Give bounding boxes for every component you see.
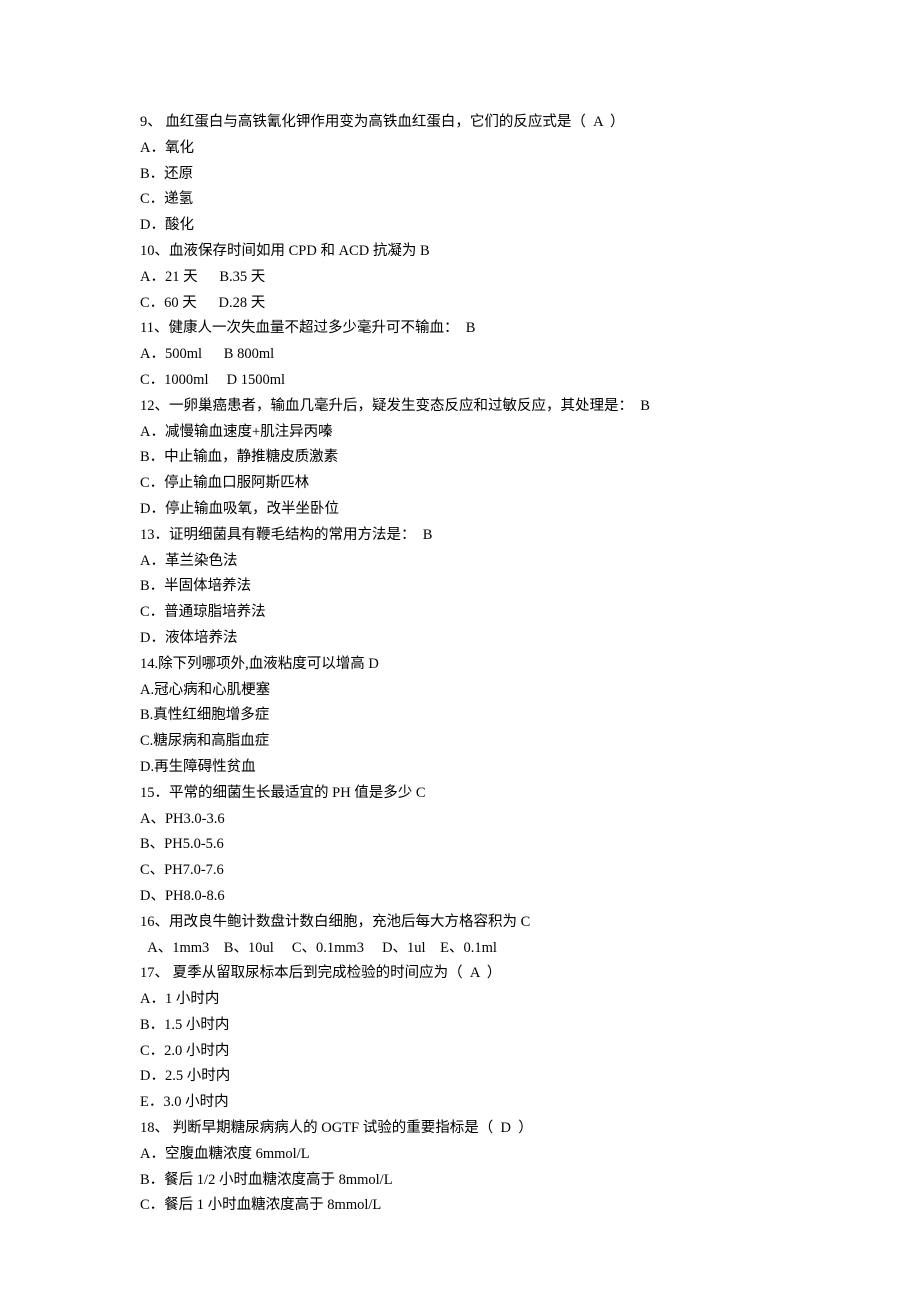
text-line: B．餐后 1/2 小时血糖浓度高于 8mmol/L — [140, 1168, 780, 1194]
text-line: 9、 血红蛋白与高铁氰化钾作用变为高铁血红蛋白，它们的反应式是（ A ） — [140, 110, 780, 136]
text-line: A、PH3.0-3.6 — [140, 807, 780, 833]
text-line: C．普通琼脂培养法 — [140, 600, 780, 626]
text-line: C．停止输血口服阿斯匹林 — [140, 471, 780, 497]
text-line: D．液体培养法 — [140, 626, 780, 652]
text-line: D．2.5 小时内 — [140, 1064, 780, 1090]
text-line: A.冠心病和心肌梗塞 — [140, 678, 780, 704]
text-line: A．空腹血糖浓度 6mmol/L — [140, 1142, 780, 1168]
text-line: 15．平常的细菌生长最适宜的 PH 值是多少 C — [140, 781, 780, 807]
text-line: D.再生障碍性贫血 — [140, 755, 780, 781]
text-line: B．半固体培养法 — [140, 574, 780, 600]
text-line: 10、血液保存时间如用 CPD 和 ACD 抗凝为 B — [140, 239, 780, 265]
text-line: A．减慢输血速度+肌注异丙嗪 — [140, 420, 780, 446]
text-line: A、1mm3 B、10ul C、0.1mm3 D、1ul E、0.1ml — [140, 936, 780, 962]
text-line: B、PH5.0-5.6 — [140, 832, 780, 858]
text-line: A．500ml B 800ml — [140, 342, 780, 368]
text-line: A．1 小时内 — [140, 987, 780, 1013]
text-line: C．60 天 D.28 天 — [140, 291, 780, 317]
text-line: 12、一卵巢癌患者，输血几毫升后，疑发生变态反应和过敏反应，其处理是： B — [140, 394, 780, 420]
text-line: 11、健康人一次失血量不超过多少毫升可不输血： B — [140, 316, 780, 342]
text-line: B．还原 — [140, 162, 780, 188]
text-line: D．酸化 — [140, 213, 780, 239]
text-line: 14.除下列哪项外,血液粘度可以增高 D — [140, 652, 780, 678]
text-line: C．递氢 — [140, 187, 780, 213]
text-line: C．2.0 小时内 — [140, 1039, 780, 1065]
text-line: C、PH7.0-7.6 — [140, 858, 780, 884]
text-line: D、PH8.0-8.6 — [140, 884, 780, 910]
text-line: 18、 判断早期糖尿病病人的 OGTF 试验的重要指标是（ D ） — [140, 1116, 780, 1142]
text-line: C．1000ml D 1500ml — [140, 368, 780, 394]
text-line: D．停止输血吸氧，改半坐卧位 — [140, 497, 780, 523]
text-line: A．21 天 B.35 天 — [140, 265, 780, 291]
text-line: B.真性红细胞增多症 — [140, 703, 780, 729]
text-line: C．餐后 1 小时血糖浓度高于 8mmol/L — [140, 1193, 780, 1219]
document-page: 9、 血红蛋白与高铁氰化钾作用变为高铁血红蛋白，它们的反应式是（ A ） A．氧… — [0, 0, 920, 1302]
text-line: A．氧化 — [140, 136, 780, 162]
text-line: B．1.5 小时内 — [140, 1013, 780, 1039]
text-line: B．中止输血，静推糖皮质激素 — [140, 445, 780, 471]
text-line: C.糖尿病和高脂血症 — [140, 729, 780, 755]
text-line: 16、用改良牛鲍计数盘计数白细胞，充池后每大方格容积为 C — [140, 910, 780, 936]
text-line: A．革兰染色法 — [140, 549, 780, 575]
text-line: 13．证明细菌具有鞭毛结构的常用方法是： B — [140, 523, 780, 549]
text-line: E．3.0 小时内 — [140, 1090, 780, 1116]
text-line: 17、 夏季从留取尿标本后到完成检验的时间应为（ A ） — [140, 961, 780, 987]
